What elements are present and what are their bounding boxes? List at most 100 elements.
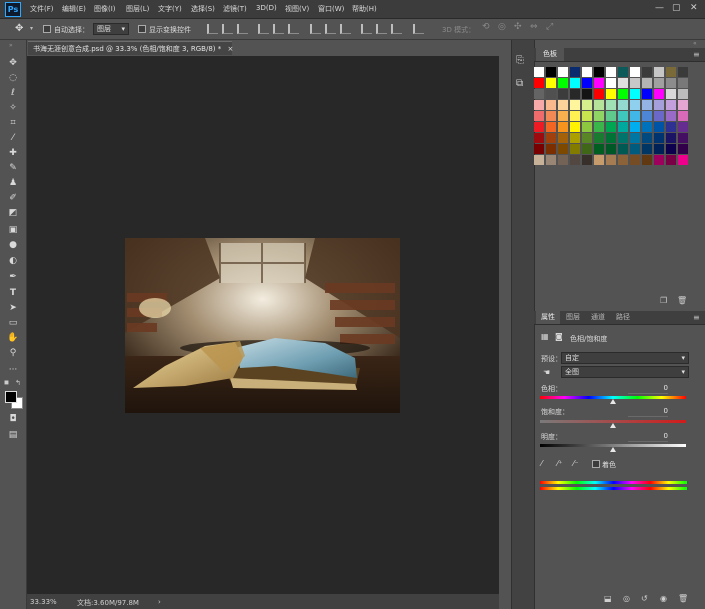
tab-channels[interactable]: 通道: [586, 311, 610, 324]
color-swatch[interactable]: [606, 133, 616, 143]
delete-swatch-icon[interactable]: 🗑: [677, 296, 687, 305]
color-swatch[interactable]: [558, 111, 568, 121]
color-swatch[interactable]: [618, 111, 628, 121]
color-swatch[interactable]: [570, 78, 580, 88]
rectangle-tool-icon[interactable]: ▭: [7, 318, 19, 329]
color-swatch[interactable]: [582, 155, 592, 165]
color-swatch[interactable]: [678, 78, 688, 88]
marquee-tool-icon[interactable]: ◌: [7, 73, 19, 84]
color-swatch[interactable]: [678, 155, 688, 165]
color-swatch[interactable]: [582, 67, 592, 77]
color-swatch[interactable]: [654, 67, 664, 77]
collapse-arrows-icon[interactable]: »: [9, 42, 13, 49]
color-swatch[interactable]: [654, 155, 664, 165]
view-previous-state-icon[interactable]: ◎: [623, 594, 630, 603]
color-swatch[interactable]: [630, 100, 640, 110]
hue-value[interactable]: 0: [628, 384, 668, 394]
swap-colors-icon[interactable]: ↰: [15, 379, 21, 387]
color-swatch[interactable]: [534, 89, 544, 99]
lightness-value[interactable]: 0: [628, 432, 668, 442]
color-swatch[interactable]: [570, 111, 580, 121]
color-swatch[interactable]: [534, 78, 544, 88]
align-top-icon[interactable]: [207, 24, 218, 34]
align-vcenter-icon[interactable]: [222, 24, 233, 34]
menu-file[interactable]: 文件(F): [30, 4, 54, 14]
menu-image[interactable]: 图像(I): [94, 4, 116, 14]
color-swatch[interactable]: [594, 144, 604, 154]
color-swatch[interactable]: [642, 100, 652, 110]
close-icon[interactable]: ✕: [690, 3, 698, 13]
color-swatch[interactable]: [642, 133, 652, 143]
blur-tool-icon[interactable]: ●: [7, 240, 19, 251]
status-menu-arrow[interactable]: ›: [158, 598, 161, 606]
align-bottom-icon[interactable]: [237, 24, 248, 34]
color-swatch[interactable]: [630, 133, 640, 143]
preset-dropdown[interactable]: 自定 ▾: [561, 352, 689, 364]
color-swatch[interactable]: [666, 67, 676, 77]
chevron-down-icon[interactable]: ▾: [30, 25, 33, 32]
color-swatch[interactable]: [630, 78, 640, 88]
eyedropper-icon[interactable]: ⁄: [541, 459, 542, 468]
color-swatch[interactable]: [546, 100, 556, 110]
3d-slide-icon[interactable]: ⇔: [530, 22, 538, 32]
color-swatch[interactable]: [618, 78, 628, 88]
default-colors-icon[interactable]: ◼: [4, 379, 9, 386]
color-swatch[interactable]: [570, 89, 580, 99]
color-swatch[interactable]: [570, 100, 580, 110]
color-swatch[interactable]: [678, 100, 688, 110]
menu-select[interactable]: 选择(S): [191, 4, 215, 14]
color-swatch[interactable]: [582, 144, 592, 154]
eraser-tool-icon[interactable]: ◩: [7, 208, 19, 219]
color-swatch[interactable]: [582, 78, 592, 88]
saturation-slider-thumb[interactable]: [610, 423, 616, 428]
color-swatch[interactable]: [546, 67, 556, 77]
auto-align-icon[interactable]: [413, 24, 424, 34]
color-swatch[interactable]: [546, 78, 556, 88]
clip-to-layer-icon[interactable]: ⬓: [604, 594, 612, 603]
lightness-slider-thumb[interactable]: [610, 447, 616, 452]
color-swatch[interactable]: [630, 89, 640, 99]
color-swatch[interactable]: [594, 155, 604, 165]
align-hcenter-icon[interactable]: [273, 24, 284, 34]
tab-layers[interactable]: 图层: [561, 311, 585, 324]
align-right-icon[interactable]: [288, 24, 299, 34]
menu-3d[interactable]: 3D(D): [256, 4, 277, 12]
color-swatch[interactable]: [582, 111, 592, 121]
delete-adjustment-icon[interactable]: 🗑: [678, 594, 688, 603]
color-swatch[interactable]: [642, 111, 652, 121]
color-swatch[interactable]: [606, 67, 616, 77]
auto-select-dropdown[interactable]: 图层 ▾: [93, 23, 129, 35]
history-brush-tool-icon[interactable]: ✐: [7, 193, 19, 204]
color-swatch[interactable]: [558, 89, 568, 99]
color-swatch[interactable]: [582, 89, 592, 99]
zoom-level[interactable]: 33.33%: [30, 598, 57, 606]
color-swatch[interactable]: [606, 78, 616, 88]
color-swatch[interactable]: [654, 133, 664, 143]
color-swatch[interactable]: [642, 78, 652, 88]
color-swatch[interactable]: [654, 111, 664, 121]
color-swatch[interactable]: [678, 89, 688, 99]
menu-edit[interactable]: 编辑(E): [62, 4, 86, 14]
color-swatch[interactable]: [606, 144, 616, 154]
distribute-left-icon[interactable]: [361, 24, 372, 34]
color-swatch[interactable]: [630, 122, 640, 132]
color-swatch[interactable]: [546, 111, 556, 121]
tab-swatches[interactable]: 色板: [536, 48, 564, 61]
actions-panel-icon[interactable]: ⧉: [516, 78, 523, 89]
color-swatch[interactable]: [558, 155, 568, 165]
menu-type[interactable]: 文字(Y): [158, 4, 182, 14]
color-swatch[interactable]: [618, 155, 628, 165]
color-swatch[interactable]: [558, 144, 568, 154]
color-swatch[interactable]: [654, 122, 664, 132]
color-swatch[interactable]: [618, 133, 628, 143]
color-swatch[interactable]: [678, 67, 688, 77]
color-swatch[interactable]: [558, 100, 568, 110]
color-swatch[interactable]: [642, 155, 652, 165]
panel-menu-icon[interactable]: ≡: [693, 313, 700, 322]
quick-mask-icon[interactable]: ◘: [7, 414, 19, 425]
color-swatch[interactable]: [594, 67, 604, 77]
menu-help[interactable]: 帮助(H): [352, 4, 377, 14]
collapse-panels-icon[interactable]: «: [693, 40, 697, 47]
color-swatch[interactable]: [642, 67, 652, 77]
new-swatch-icon[interactable]: ❐: [660, 296, 667, 305]
